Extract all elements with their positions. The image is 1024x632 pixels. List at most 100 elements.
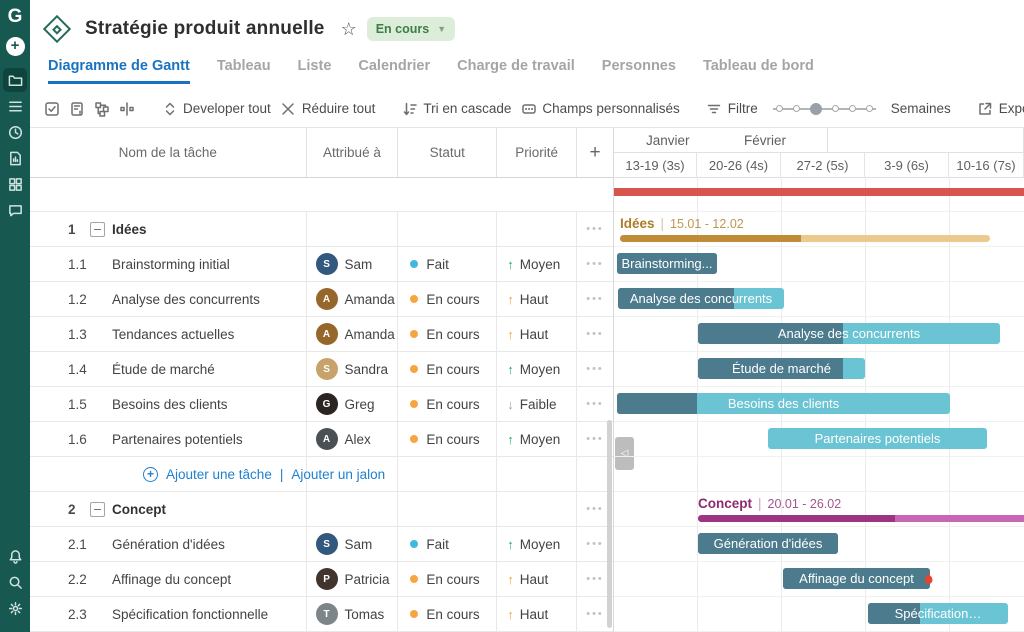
task-bar[interactable]: Étude de marché (698, 358, 865, 379)
task-bar[interactable]: Brainstorming... (617, 253, 717, 274)
timeline-zoom-slider[interactable] (771, 102, 878, 116)
task-name-cell[interactable]: 2Concept (30, 492, 306, 526)
add-milestone-link[interactable]: Ajouter un jalon (291, 467, 385, 482)
project-status-badge[interactable]: En cours ▼ (367, 17, 455, 41)
overdue-tasks-button[interactable] (69, 100, 85, 117)
status-cell[interactable]: En cours (397, 387, 496, 421)
add-project-icon[interactable]: + (6, 37, 25, 56)
tab-calendrier[interactable]: Calendrier (358, 58, 430, 84)
status-cell[interactable]: En cours (397, 352, 496, 386)
assignee-cell[interactable]: AAmanda (306, 282, 398, 316)
zoom-slider-dot[interactable] (793, 105, 800, 112)
status-cell[interactable]: En cours (397, 317, 496, 351)
sidebar-item-settings[interactable] (3, 596, 27, 620)
favorite-star-icon[interactable]: ☆ (341, 19, 357, 40)
task-name-cell[interactable]: 2.3Spécification fonctionnelle (30, 597, 306, 631)
status-cell[interactable]: En cours (397, 562, 496, 596)
assignee-cell[interactable]: SSandra (306, 352, 398, 386)
task-name-cell[interactable]: 1.6Partenaires potentiels (30, 422, 306, 456)
custom-fields-button[interactable]: Champs personnalisés (520, 100, 679, 117)
assignee-cell[interactable]: TTomas (306, 597, 398, 631)
task-name-cell[interactable]: 2.2Affinage du concept (30, 562, 306, 596)
row-menu-button[interactable]: ••• (576, 247, 613, 281)
row-menu-button[interactable]: ••• (576, 387, 613, 421)
priority-cell[interactable]: ↑Moyen (496, 527, 576, 561)
column-header-status[interactable]: Statut (397, 128, 496, 177)
task-name-cell[interactable]: 1.5Besoins des clients (30, 387, 306, 421)
status-cell[interactable]: Fait (397, 527, 496, 561)
sidebar-item-apps[interactable] (3, 172, 27, 196)
tab-tableau[interactable]: Tableau (217, 58, 271, 84)
row-menu-button[interactable]: ••• (576, 212, 613, 246)
assignee-cell[interactable]: AAmanda (306, 317, 398, 351)
status-cell[interactable]: En cours (397, 282, 496, 316)
task-bar[interactable]: Affinage du concept (783, 568, 930, 589)
task-bar[interactable]: Génération d'idées (698, 533, 838, 554)
collapse-group-toggle[interactable] (90, 502, 105, 517)
project-summary-bar[interactable] (614, 188, 1024, 196)
assignee-cell[interactable]: PPatricia (306, 562, 398, 596)
add-task-link[interactable]: Ajouter une tâche (166, 467, 272, 482)
priority-cell[interactable] (496, 492, 576, 526)
vertical-scrollbar[interactable] (607, 420, 612, 628)
priority-cell[interactable] (496, 212, 576, 246)
zoom-slider-dot[interactable] (810, 103, 822, 115)
task-bar[interactable]: Partenaires potentiels (768, 428, 987, 449)
task-name-cell[interactable]: 1.1Brainstorming initial (30, 247, 306, 281)
assignee-cell[interactable] (306, 212, 398, 246)
collapse-group-toggle[interactable] (90, 222, 105, 237)
sidebar-item-search[interactable] (3, 570, 27, 594)
tab-personnes[interactable]: Personnes (602, 58, 676, 84)
priority-cell[interactable]: ↑Haut (496, 317, 576, 351)
assignee-cell[interactable] (306, 492, 398, 526)
task-name-cell[interactable]: 1.3Tendances actuelles (30, 317, 306, 351)
column-header-priority[interactable]: Priorité (496, 128, 576, 177)
task-bar[interactable]: Besoins des clients (617, 393, 950, 414)
tab-tableau-de-bord[interactable]: Tableau de bord (703, 58, 814, 84)
hierarchy-button[interactable] (94, 100, 110, 117)
priority-cell[interactable]: ↑Moyen (496, 422, 576, 456)
select-tasks-button[interactable] (44, 100, 60, 117)
zoom-slider-dot[interactable] (849, 105, 856, 112)
status-cell[interactable]: En cours (397, 422, 496, 456)
group-summary-bar[interactable] (620, 235, 990, 242)
tab-diagramme-de-gantt[interactable]: Diagramme de Gantt (48, 58, 190, 84)
status-cell[interactable] (397, 212, 496, 246)
collapse-grid-handle[interactable]: ◁ (615, 437, 634, 470)
task-bar[interactable]: Analyse des concurrents (618, 288, 784, 309)
collapse-all-button[interactable]: Réduire tout (280, 100, 376, 117)
task-name-cell[interactable]: 1.4Étude de marché (30, 352, 306, 386)
task-name-cell[interactable]: 2.1Génération d'idées (30, 527, 306, 561)
sidebar-item-notifications[interactable] (3, 544, 27, 568)
group-summary-bar[interactable] (698, 515, 1024, 522)
add-circle-icon[interactable]: + (143, 467, 158, 482)
zoom-slider-dot[interactable] (776, 105, 783, 112)
assignee-cell[interactable]: SSam (306, 527, 398, 561)
status-cell[interactable]: En cours (397, 597, 496, 631)
row-menu-button[interactable]: ••• (576, 282, 613, 316)
sidebar-item-time-log[interactable] (3, 120, 27, 144)
sidebar-item-projects[interactable] (3, 68, 27, 92)
priority-cell[interactable]: ↑Haut (496, 597, 576, 631)
assignee-cell[interactable]: SSam (306, 247, 398, 281)
export-button[interactable]: Exporter (977, 100, 1024, 117)
sidebar-item-task-list[interactable] (3, 94, 27, 118)
priority-cell[interactable]: ↑Haut (496, 282, 576, 316)
assignee-cell[interactable]: GGreg (306, 387, 398, 421)
tab-liste[interactable]: Liste (298, 58, 332, 84)
row-menu-button[interactable]: ••• (576, 352, 613, 386)
column-header-assignee[interactable]: Attribué à (306, 128, 398, 177)
sidebar-item-comments[interactable] (3, 198, 27, 222)
task-bar[interactable]: Spécification… (868, 603, 1008, 624)
expand-all-button[interactable]: Developer tout (161, 100, 271, 117)
critical-path-button[interactable] (119, 100, 135, 117)
priority-cell[interactable]: ↑Moyen (496, 247, 576, 281)
tab-charge-de-travail[interactable]: Charge de travail (457, 58, 575, 84)
add-column-button[interactable]: + (576, 128, 613, 177)
priority-cell[interactable]: ↑Moyen (496, 352, 576, 386)
task-name-cell[interactable]: 1.2Analyse des concurrents (30, 282, 306, 316)
zoom-slider-dot[interactable] (832, 105, 839, 112)
priority-cell[interactable]: ↑Haut (496, 562, 576, 596)
task-name-cell[interactable]: 1Idées (30, 212, 306, 246)
status-cell[interactable] (397, 492, 496, 526)
